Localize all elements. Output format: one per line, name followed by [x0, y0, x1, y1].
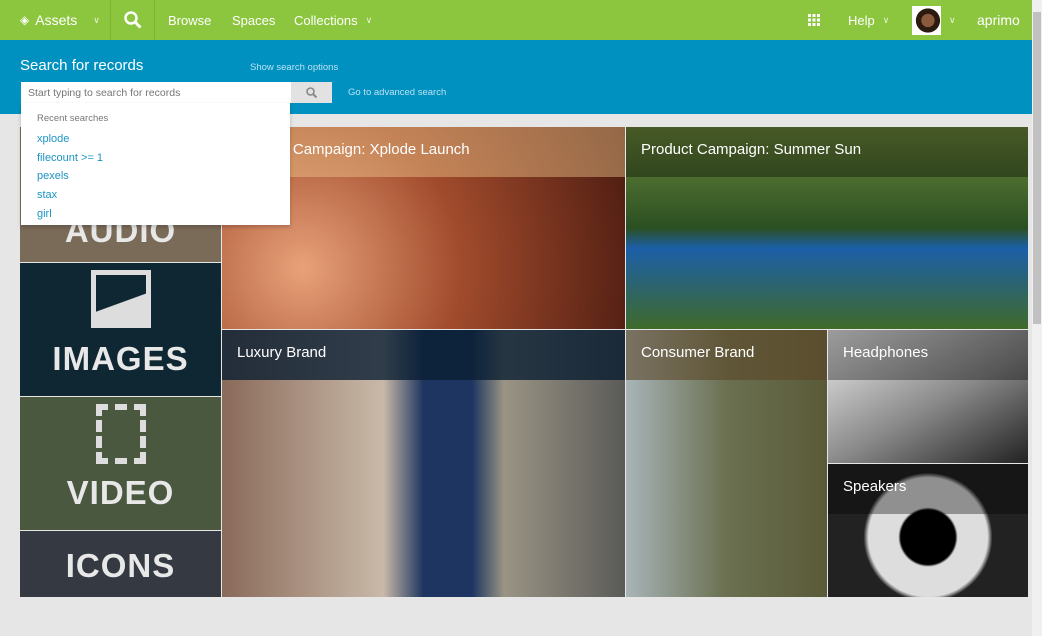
image-icon — [90, 269, 151, 328]
nav-spaces[interactable]: Spaces — [232, 0, 275, 40]
help-menu[interactable]: Help ∨ — [848, 0, 889, 40]
recent-search-item[interactable]: stax — [37, 189, 57, 201]
category-video[interactable]: VIDEO — [20, 397, 221, 530]
recent-searches-dropdown: Recent searches xplode filecount >= 1 pe… — [21, 103, 290, 225]
tile-summer-sun[interactable]: Product Campaign: Summer Sun — [626, 127, 1028, 329]
recent-search-item[interactable]: pexels — [37, 170, 69, 182]
nav-browse[interactable]: Browse — [168, 0, 211, 40]
tile-consumer-brand[interactable]: Consumer Brand — [626, 330, 827, 597]
chevron-down-icon: ∨ — [882, 14, 890, 25]
search-icon — [306, 87, 317, 98]
recent-searches-label: Recent searches — [37, 113, 109, 124]
tile-luxury-brand[interactable]: Luxury Brand — [222, 330, 625, 597]
user-menu[interactable]: ∨ — [912, 0, 956, 40]
advanced-search-link[interactable]: Go to advanced search — [348, 87, 446, 98]
avatar — [912, 5, 941, 35]
search-icon — [123, 11, 142, 29]
category-images[interactable]: IMAGES — [20, 263, 221, 396]
search-submit-button[interactable] — [291, 82, 332, 103]
show-search-options-link[interactable]: Show search options — [250, 62, 338, 73]
chevron-down-icon: ∨ — [93, 14, 100, 25]
apps-grid-icon[interactable] — [808, 0, 820, 40]
chevron-down-icon: ∨ — [949, 14, 956, 25]
search-button[interactable] — [110, 0, 155, 40]
recent-search-item[interactable]: girl — [37, 208, 52, 220]
search-input[interactable] — [21, 82, 291, 103]
scrollbar[interactable] — [1032, 0, 1042, 636]
scrollbar-thumb[interactable] — [1033, 12, 1041, 324]
layers-icon: ◈ — [20, 13, 30, 27]
aprimo-logo: aprimo — [977, 12, 1020, 28]
tile-headphones[interactable]: Headphones — [828, 330, 1028, 463]
search-title: Search for records — [20, 57, 144, 74]
recent-search-item[interactable]: xplode — [37, 133, 69, 145]
tile-speakers[interactable]: Speakers — [828, 464, 1028, 597]
top-nav: ◈ Assets ∨ Browse Spaces Collections ∨ Help… — [0, 0, 1032, 40]
chevron-down-icon: ∨ — [365, 14, 373, 25]
category-icons[interactable]: ICONS — [20, 531, 221, 597]
recent-search-item[interactable]: filecount >= 1 — [37, 152, 103, 164]
nav-collections[interactable]: Collections ∨ — [294, 0, 372, 40]
assets-menu[interactable]: ◈ Assets ∨ — [20, 0, 100, 40]
film-icon — [95, 403, 146, 464]
